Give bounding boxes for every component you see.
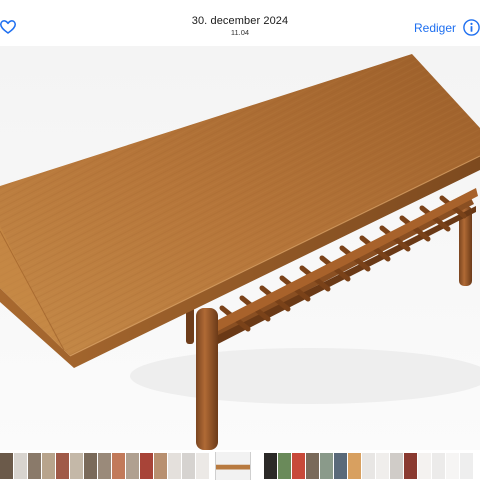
thumbnail[interactable] xyxy=(140,453,153,479)
thumbnail[interactable] xyxy=(0,453,13,479)
info-button[interactable] xyxy=(463,19,480,36)
thumbnail[interactable] xyxy=(56,453,69,479)
top-bar: 30. december 2024 11.04 Rediger xyxy=(0,0,480,46)
thumbnail[interactable] xyxy=(196,453,209,479)
coffee-table-photo xyxy=(0,46,480,450)
thumbnail[interactable] xyxy=(278,453,291,479)
thumbnail[interactable] xyxy=(98,453,111,479)
thumbnail[interactable] xyxy=(460,453,473,479)
thumbnail[interactable] xyxy=(28,453,41,479)
photo-date: 30. december 2024 xyxy=(191,15,289,27)
thumbnail[interactable] xyxy=(168,453,181,479)
thumbnail[interactable] xyxy=(376,453,389,479)
thumbnail[interactable] xyxy=(182,453,195,479)
edit-button[interactable]: Rediger xyxy=(414,21,456,35)
photo-viewer[interactable] xyxy=(0,46,480,450)
thumbnail[interactable] xyxy=(320,453,333,479)
thumbnail[interactable] xyxy=(418,453,431,479)
thumbnail[interactable] xyxy=(348,453,361,479)
photo-title: 30. december 2024 11.04 xyxy=(140,15,340,37)
thumbnail[interactable] xyxy=(292,453,305,479)
thumbnail[interactable] xyxy=(404,453,417,479)
thumbnail[interactable] xyxy=(432,453,445,479)
thumbnail[interactable] xyxy=(334,453,347,479)
thumbnail[interactable] xyxy=(112,453,125,479)
info-circle-icon xyxy=(463,19,480,36)
thumbnail[interactable] xyxy=(446,453,459,479)
favorite-button[interactable] xyxy=(0,19,16,35)
thumbnail-strip[interactable] xyxy=(0,452,480,480)
photo-time: 11.04 xyxy=(230,28,250,37)
thumbnail[interactable] xyxy=(70,453,83,479)
thumbnail[interactable] xyxy=(154,453,167,479)
thumbnail[interactable] xyxy=(14,453,27,479)
thumbnail[interactable] xyxy=(84,453,97,479)
thumbnail[interactable] xyxy=(390,453,403,479)
thumbnail[interactable] xyxy=(264,453,277,479)
thumbnail-selected[interactable] xyxy=(215,452,251,480)
thumbnail[interactable] xyxy=(42,453,55,479)
thumbnail[interactable] xyxy=(126,453,139,479)
thumbnail[interactable] xyxy=(306,453,319,479)
thumbnail[interactable] xyxy=(362,453,375,479)
heart-outline-icon xyxy=(0,20,16,34)
